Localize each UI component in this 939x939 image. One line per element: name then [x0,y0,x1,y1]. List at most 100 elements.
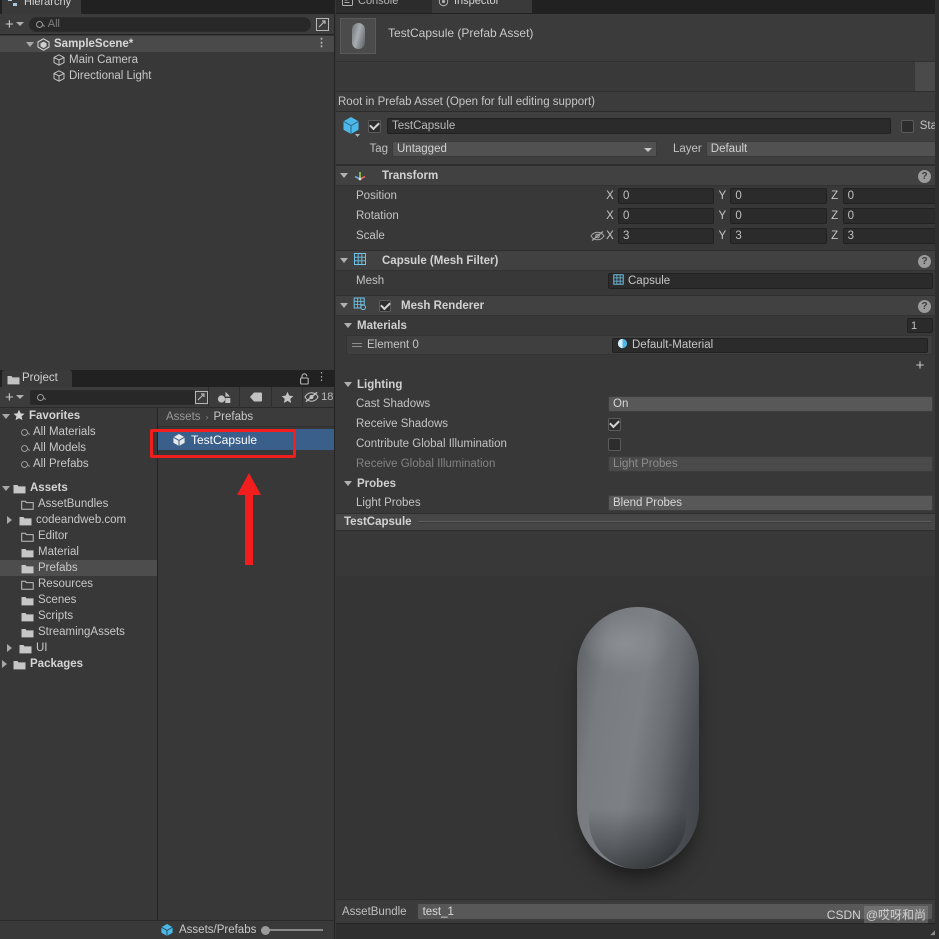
contribute-gi-checkbox[interactable] [608,437,621,451]
breadcrumb-current[interactable]: Prefabs [214,411,254,423]
static-checkbox[interactable] [900,119,914,133]
hierarchy-item-label: Main Camera [69,54,139,66]
position-x-input[interactable]: 0 [618,188,715,204]
tag-dropdown[interactable]: Untagged [392,141,657,157]
project-tree-item-all-materials[interactable]: All Materials [0,424,157,440]
chevron-down-icon[interactable] [340,303,348,308]
hierarchy-create-button[interactable]: + [3,17,26,32]
hierarchy-open-window-icon[interactable] [314,16,331,32]
materials-foldout[interactable]: Materials 1 [336,316,939,335]
probes-foldout[interactable]: Probes [336,474,939,493]
project-tree-item-streamingassets[interactable]: StreamingAssets [0,624,157,640]
project-menu-icon[interactable]: ⋮ [316,372,327,383]
help-icon[interactable]: ? [918,300,931,313]
gameobject-name-input[interactable]: TestCapsule [387,118,891,134]
breadcrumb-root[interactable]: Assets [166,411,201,423]
project-tree-item-packages[interactable]: Packages [0,656,157,672]
project-tree-item-ui[interactable]: UI [0,640,157,656]
inspector-panel: Console Inspector TestCapsule (Prefab As… [336,0,939,939]
scale-z-input[interactable]: 3 [842,228,939,244]
chevron-down-icon[interactable] [340,258,348,263]
chevron-right-icon[interactable] [2,660,7,668]
tab-project[interactable]: Project [2,370,72,387]
rotation-z-input[interactable]: 0 [842,208,939,224]
component-header-mesh-filter[interactable]: Capsule (Mesh Filter) ? [336,250,939,271]
chevron-down-icon[interactable] [344,481,352,486]
chevron-down-icon[interactable] [344,323,352,328]
tab-console[interactable]: Console [336,0,432,13]
filter-by-favorite-button[interactable] [270,386,303,408]
scale-x-input[interactable]: 3 [618,228,715,244]
hierarchy-item-samplescene[interactable]: SampleScene* ⋮ [0,36,334,52]
project-search-input[interactable] [29,389,195,405]
project-tree-item-resources[interactable]: Resources [0,576,157,592]
project-tree-item-all-models[interactable]: All Models [0,440,157,456]
project-tree-item-assets[interactable]: Assets [0,480,157,496]
tab-inspector[interactable]: Inspector [432,0,532,13]
gameobject-prefab-icon[interactable] [340,115,362,137]
receive-gi-value: Light Probes [613,458,678,470]
position-y-input[interactable]: 0 [730,188,827,204]
chevron-down-icon[interactable] [2,413,10,419]
layer-dropdown[interactable]: Default [705,141,939,157]
material-element-row[interactable]: Element 0 Default-Material [346,335,933,355]
project-tree-item-codeandweb[interactable]: codeandweb.com [0,512,157,528]
scale-y-input[interactable]: 3 [730,228,827,244]
project-asset-testcapsule[interactable]: TestCapsule [158,429,334,450]
project-tree-item-all-prefabs[interactable]: All Prefabs [0,456,157,472]
asset-preview-viewport[interactable] [336,576,939,899]
receive-shadows-checkbox[interactable] [608,417,621,431]
gameobject-enabled-checkbox[interactable] [368,119,381,133]
chevron-down-icon[interactable] [340,173,348,178]
property-label: Contribute Global Illumination [356,438,507,450]
property-label: Scale [356,230,385,242]
hierarchy-search-input[interactable]: All [28,16,311,32]
project-tree-item-scenes[interactable]: Scenes [0,592,157,608]
project-tree-item-prefabs[interactable]: Prefabs [0,560,157,576]
project-tree-item-scripts[interactable]: Scripts [0,608,157,624]
lock-icon[interactable] [299,373,310,388]
mesh-object-field[interactable]: Capsule [608,273,933,289]
assetbundle-dropdown[interactable]: test_1 CSDN @哎呀和尚 [416,903,933,923]
component-header-transform[interactable]: Transform ? [336,165,939,186]
chevron-right-icon[interactable] [7,644,12,652]
slider-knob[interactable] [261,925,271,935]
project-open-window-icon[interactable] [194,389,208,405]
hierarchy-item-main-camera[interactable]: Main Camera [0,52,334,68]
project-zoom-slider[interactable] [261,925,324,935]
component-header-mesh-renderer[interactable]: Mesh Renderer ? [336,295,939,316]
cast-shadows-dropdown[interactable]: On [608,396,933,412]
hierarchy-scene-menu-icon[interactable]: ⋮ [316,38,327,49]
light-probes-dropdown[interactable]: Blend Probes [608,495,933,511]
tab-hierarchy[interactable]: Hierarchy [2,0,82,14]
add-material-button[interactable]: + [905,357,935,374]
filter-by-label-button[interactable] [239,386,271,408]
hierarchy-item-directional-light[interactable]: Directional Light [0,68,334,84]
chevron-down-icon[interactable] [344,382,352,387]
preview-header[interactable]: TestCapsule [336,513,939,531]
position-z-input[interactable]: 0 [842,188,939,204]
chevron-down-icon[interactable] [2,485,10,491]
filter-by-type-button[interactable] [207,386,240,408]
project-tree-item-assetbundles[interactable]: AssetBundles [0,496,157,512]
capsule-mesh-preview[interactable] [576,606,699,869]
rotation-y-input[interactable]: 0 [730,208,827,224]
inspector-scrollbar[interactable] [935,0,939,939]
rotation-x-input[interactable]: 0 [618,208,715,224]
project-create-button[interactable]: + [3,390,26,405]
help-icon[interactable]: ? [918,170,931,183]
material-object-field[interactable]: Default-Material [612,337,928,353]
help-icon[interactable]: ? [918,255,931,268]
project-tree-item-material[interactable]: Material [0,544,157,560]
lighting-foldout[interactable]: Lighting [336,375,939,394]
chevron-down-icon[interactable] [26,41,34,47]
constrain-proportions-off-icon[interactable] [588,230,606,242]
chevron-right-icon[interactable] [7,516,12,524]
slider-track [261,929,324,931]
materials-size-input[interactable]: 1 [907,318,933,333]
drag-handle-icon[interactable] [347,343,367,347]
project-tree-item-editor[interactable]: Editor [0,528,157,544]
hidden-assets-count[interactable]: 18 [302,386,334,408]
mesh-renderer-enabled-checkbox[interactable] [379,299,391,312]
project-tree-item-favorites[interactable]: Favorites [0,408,157,424]
